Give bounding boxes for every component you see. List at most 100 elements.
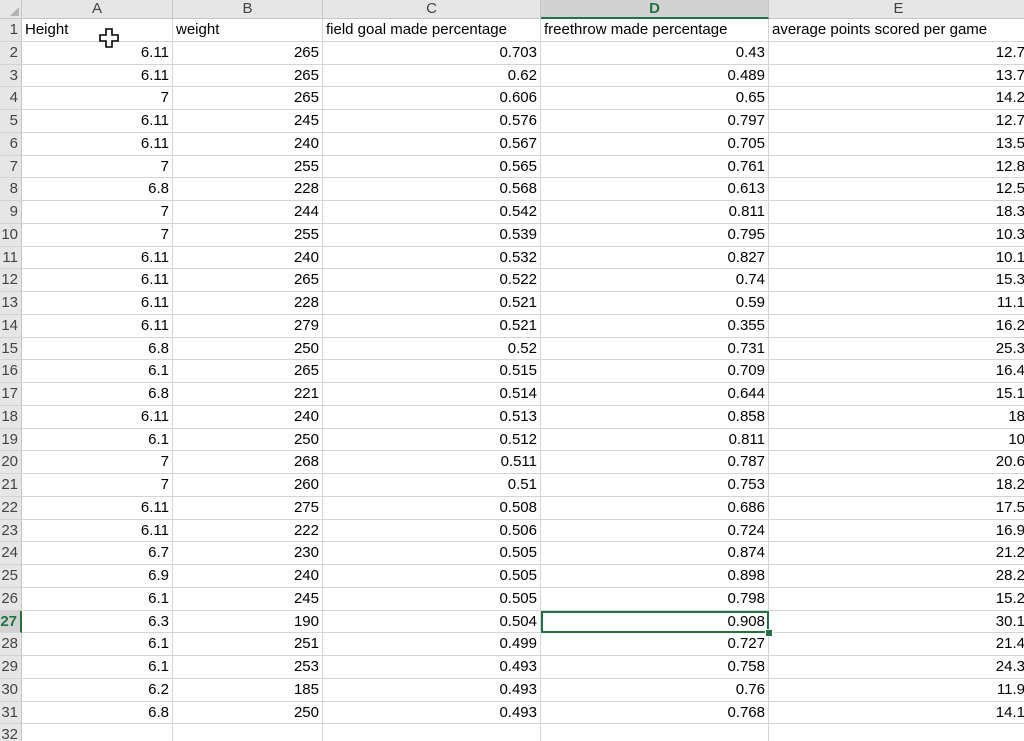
cell-d2[interactable]: 0.43 <box>541 41 769 65</box>
cell-b20[interactable]: 268 <box>173 451 323 474</box>
cell-b26[interactable]: 245 <box>173 587 323 611</box>
cell-c28[interactable]: 0.499 <box>323 633 541 656</box>
cell-e17[interactable]: 15.1 <box>769 383 1024 406</box>
column-header-e[interactable]: E <box>769 0 1024 19</box>
cell-b15[interactable]: 250 <box>173 337 323 361</box>
cell-b28[interactable]: 251 <box>173 633 323 656</box>
cell-c3[interactable]: 0.62 <box>323 64 541 88</box>
cell-c17[interactable]: 0.514 <box>323 383 541 406</box>
cell-a21[interactable]: 7 <box>22 474 173 497</box>
cell-e19[interactable]: 10 <box>769 429 1024 452</box>
cell-d31[interactable]: 0.768 <box>541 701 769 725</box>
cell-a20[interactable]: 7 <box>22 451 173 474</box>
cell-c23[interactable]: 0.506 <box>323 519 541 543</box>
cell-e2[interactable]: 12.7 <box>769 42 1024 65</box>
cell-c8[interactable]: 0.568 <box>323 178 541 201</box>
cell-c26[interactable]: 0.505 <box>323 587 541 611</box>
cell-c15[interactable]: 0.52 <box>323 337 541 361</box>
cell-e29[interactable]: 24.3 <box>769 656 1024 679</box>
row-header-23[interactable]: 23 <box>0 519 22 543</box>
cell-c21[interactable]: 0.51 <box>323 474 541 497</box>
cell-a7[interactable]: 7 <box>22 155 173 179</box>
cell-e8[interactable]: 12.5 <box>769 178 1024 201</box>
cell-c7[interactable]: 0.565 <box>323 155 541 179</box>
row-header-9[interactable]: 9 <box>0 201 22 224</box>
cell-e20[interactable]: 20.6 <box>769 451 1024 474</box>
cell-b17[interactable]: 221 <box>173 383 323 406</box>
cell-d8[interactable]: 0.613 <box>541 178 769 201</box>
cell-d20[interactable]: 0.787 <box>541 451 769 474</box>
cell-b32[interactable] <box>173 724 323 741</box>
row-header-29[interactable]: 29 <box>0 656 22 679</box>
row-header-2[interactable]: 2 <box>0 41 22 65</box>
cell-a8[interactable]: 6.8 <box>22 178 173 201</box>
cell-c11[interactable]: 0.532 <box>323 246 541 270</box>
cell-a31[interactable]: 6.8 <box>22 701 173 725</box>
cell-a12[interactable]: 6.11 <box>22 269 173 292</box>
cell-a16[interactable]: 6.1 <box>22 360 173 383</box>
cell-a10[interactable]: 7 <box>22 223 173 247</box>
cell-b22[interactable]: 275 <box>173 496 323 520</box>
cell-c4[interactable]: 0.606 <box>323 87 541 110</box>
cell-e26[interactable]: 15.2 <box>769 588 1024 611</box>
cell-c5[interactable]: 0.576 <box>323 110 541 133</box>
cell-e23[interactable]: 16.9 <box>769 520 1024 543</box>
header-cell-d[interactable]: freethrow made percentage <box>541 19 769 42</box>
row-header-1[interactable]: 1 <box>0 19 22 42</box>
cell-a13[interactable]: 6.11 <box>22 292 173 315</box>
cell-e18[interactable]: 18 <box>769 406 1024 429</box>
row-header-13[interactable]: 13 <box>0 292 22 315</box>
cell-e14[interactable]: 16.2 <box>769 315 1024 338</box>
cell-e7[interactable]: 12.8 <box>769 156 1024 179</box>
cell-d3[interactable]: 0.489 <box>541 64 769 88</box>
cell-b16[interactable]: 265 <box>173 360 323 383</box>
row-header-15[interactable]: 15 <box>0 337 22 361</box>
cell-b21[interactable]: 260 <box>173 474 323 497</box>
row-header-5[interactable]: 5 <box>0 110 22 133</box>
cell-e3[interactable]: 13.7 <box>769 65 1024 88</box>
cell-d6[interactable]: 0.705 <box>541 132 769 156</box>
cell-b14[interactable]: 279 <box>173 314 323 338</box>
column-header-c[interactable]: C <box>323 0 541 19</box>
cell-a27[interactable]: 6.3 <box>22 610 173 634</box>
cell-e9[interactable]: 18.3 <box>769 201 1024 224</box>
cell-d23[interactable]: 0.724 <box>541 519 769 543</box>
cell-a19[interactable]: 6.1 <box>22 428 173 452</box>
cell-a15[interactable]: 6.8 <box>22 337 173 361</box>
cell-a11[interactable]: 6.11 <box>22 246 173 270</box>
cell-c19[interactable]: 0.512 <box>323 428 541 452</box>
cell-b11[interactable]: 240 <box>173 246 323 270</box>
cell-d10[interactable]: 0.795 <box>541 223 769 247</box>
row-header-27[interactable]: 27 <box>0 610 22 634</box>
cell-a6[interactable]: 6.11 <box>22 132 173 156</box>
cell-a14[interactable]: 6.11 <box>22 314 173 338</box>
cell-d7[interactable]: 0.761 <box>541 155 769 179</box>
cell-e28[interactable]: 21.4 <box>769 633 1024 656</box>
cell-b3[interactable]: 265 <box>173 64 323 88</box>
cell-e6[interactable]: 13.5 <box>769 133 1024 156</box>
cell-e5[interactable]: 12.7 <box>769 110 1024 133</box>
row-header-22[interactable]: 22 <box>0 496 22 520</box>
cell-d24[interactable]: 0.874 <box>541 542 769 565</box>
cell-e27[interactable]: 30.1 <box>769 611 1024 634</box>
cell-c18[interactable]: 0.513 <box>323 405 541 429</box>
cell-d19[interactable]: 0.811 <box>541 428 769 452</box>
row-header-21[interactable]: 21 <box>0 474 22 497</box>
fill-handle[interactable] <box>765 629 773 638</box>
cell-c16[interactable]: 0.515 <box>323 360 541 383</box>
column-header-d[interactable]: D <box>541 0 769 19</box>
cell-b24[interactable]: 230 <box>173 542 323 565</box>
cell-a18[interactable]: 6.11 <box>22 405 173 429</box>
cell-d15[interactable]: 0.731 <box>541 337 769 361</box>
cell-e32[interactable] <box>769 724 1024 741</box>
row-header-14[interactable]: 14 <box>0 314 22 338</box>
cell-d30[interactable]: 0.76 <box>541 678 769 702</box>
cell-b18[interactable]: 240 <box>173 405 323 429</box>
cell-b27[interactable]: 190 <box>173 610 323 634</box>
cell-b9[interactable]: 244 <box>173 201 323 224</box>
row-header-3[interactable]: 3 <box>0 64 22 88</box>
cell-b4[interactable]: 265 <box>173 87 323 110</box>
cell-c6[interactable]: 0.567 <box>323 132 541 156</box>
cell-c10[interactable]: 0.539 <box>323 223 541 247</box>
column-header-b[interactable]: B <box>173 0 323 19</box>
